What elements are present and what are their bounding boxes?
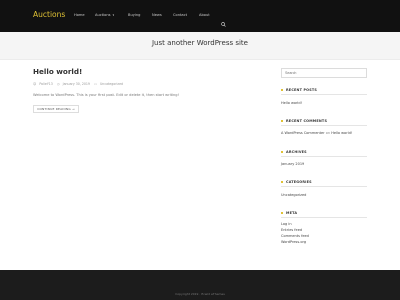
chevron-down-icon: ▾ xyxy=(112,13,115,17)
widget-divider xyxy=(281,217,367,218)
nav-contact[interactable]: Contact xyxy=(173,13,187,17)
continue-reading-button[interactable]: CONTINUE READING → xyxy=(33,105,79,113)
site-tagline: Just another WordPress site xyxy=(151,39,248,47)
footer-copyright: Copyright 2019 · Ecwid eThemes xyxy=(175,292,225,296)
meta-link-login[interactable]: Log in xyxy=(281,222,292,226)
recent-post-link[interactable]: Hello world! xyxy=(281,101,302,105)
nav-buying[interactable]: Buying xyxy=(128,13,140,17)
comment-author-link[interactable]: A WordPress Commenter xyxy=(281,131,325,135)
meta-link-wordpress-org[interactable]: WordPress.org xyxy=(281,240,306,244)
post-meta: ☺ PolieY13 ◷ January 30, 2019 ▭ Uncategoriz… xyxy=(33,82,126,86)
post-category[interactable]: Uncategorized xyxy=(100,82,123,86)
user-icon: ☺ xyxy=(33,82,37,86)
search-icon[interactable] xyxy=(221,12,226,27)
widget-title-meta: META xyxy=(281,211,297,215)
post-excerpt: Welcome to WordPress. This is your first… xyxy=(33,93,179,97)
widget-title-archives: ARCHIVES xyxy=(281,150,307,154)
sidebar-search-input[interactable] xyxy=(281,68,367,78)
clock-icon: ◷ xyxy=(56,82,60,86)
comment-connector: on xyxy=(325,131,331,135)
archive-link[interactable]: January 2019 xyxy=(281,162,304,166)
category-link[interactable]: Uncategorized xyxy=(281,193,306,197)
nav-about[interactable]: About xyxy=(199,13,210,17)
post-date[interactable]: January 30, 2019 xyxy=(63,82,90,86)
nav-home[interactable]: Home xyxy=(74,13,85,17)
site-title-link[interactable]: Auctions xyxy=(33,10,65,19)
widget-divider xyxy=(281,156,367,157)
comment-post-link[interactable]: Hello world! xyxy=(331,131,352,135)
widget-divider xyxy=(281,125,367,126)
widget-divider xyxy=(281,94,367,95)
meta-link-comments-feed[interactable]: Comments feed xyxy=(281,234,309,238)
meta-link-entries-feed[interactable]: Entries feed xyxy=(281,228,302,232)
widget-title-recent-comments: RECENT COMMENTS xyxy=(281,119,327,123)
widget-divider xyxy=(281,186,367,187)
widget-title-recent-posts: RECENT POSTS xyxy=(281,88,317,92)
folder-icon: ▭ xyxy=(93,82,97,86)
nav-auctions-label: Auctions xyxy=(95,13,111,17)
widget-title-categories: CATEGORIES xyxy=(281,180,312,184)
nav-news[interactable]: News xyxy=(152,13,162,17)
recent-comment-item: A WordPress Commenter on Hello world! xyxy=(281,131,352,135)
post-author[interactable]: PolieY13 xyxy=(39,82,53,86)
post-title-link[interactable]: Hello world! xyxy=(33,67,82,76)
nav-auctions[interactable]: Auctions ▾ xyxy=(95,13,114,17)
